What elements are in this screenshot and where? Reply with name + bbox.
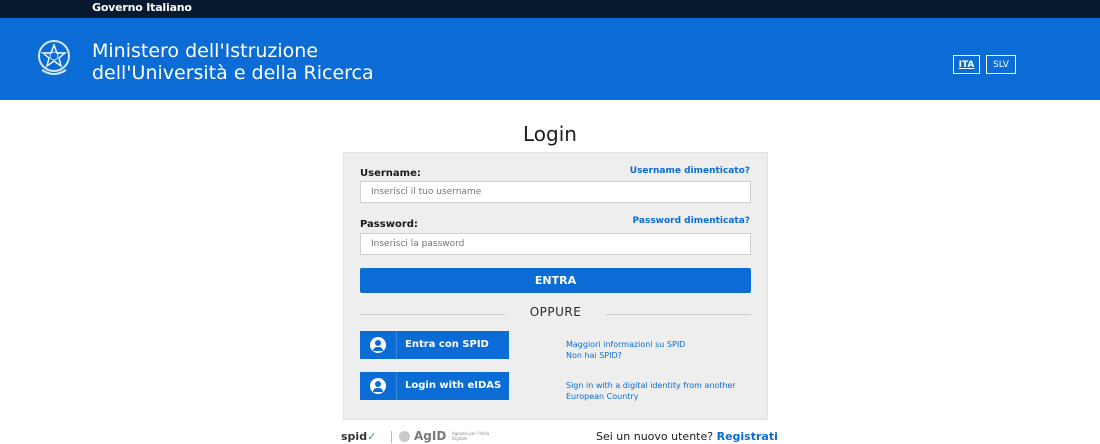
agid-subtitle: Agenzia per l'Italia Digitale bbox=[452, 431, 490, 441]
header: Ministero dell'Istruzione dell'Universit… bbox=[0, 18, 1100, 100]
spid-logo: spid✓ bbox=[341, 430, 376, 443]
user-icon bbox=[370, 337, 386, 353]
user-icon bbox=[370, 378, 386, 394]
ministry-title-line2: dell'Università e della Ricerca bbox=[92, 62, 374, 84]
top-strip: Governo Italiano bbox=[0, 0, 1100, 18]
password-label: Password: bbox=[360, 219, 418, 230]
eidas-info-line2: European Country bbox=[566, 392, 639, 401]
ministry-title-line1: Ministero dell'Istruzione bbox=[92, 40, 319, 62]
spid-button-label: Entra con SPID bbox=[405, 339, 489, 350]
government-label[interactable]: Governo Italiano bbox=[92, 1, 192, 14]
login-submit-button[interactable]: ENTRA bbox=[360, 268, 751, 293]
eidas-info-link[interactable]: Sign in with a digital identity from ano… bbox=[566, 380, 736, 402]
language-slv-button[interactable]: SLV bbox=[986, 55, 1016, 74]
agid-logo: AgID bbox=[414, 429, 447, 443]
eidas-login-button[interactable]: Login with eIDAS bbox=[360, 372, 509, 400]
button-separator bbox=[396, 331, 397, 359]
logo-divider bbox=[391, 431, 392, 443]
new-user-prompt: Sei un nuovo utente? Registrati bbox=[596, 430, 778, 443]
page-title: Login bbox=[523, 122, 577, 146]
register-link[interactable]: Registrati bbox=[717, 430, 778, 443]
divider-label: OPPURE bbox=[529, 305, 582, 319]
username-input[interactable] bbox=[360, 181, 751, 203]
password-forgot-link[interactable]: Password dimenticata? bbox=[633, 216, 750, 226]
spid-logo-text: spid bbox=[341, 430, 368, 443]
spid-login-button[interactable]: Entra con SPID bbox=[360, 331, 509, 359]
emblem-icon bbox=[38, 40, 70, 75]
check-icon: ✓ bbox=[367, 430, 377, 443]
ministry-title[interactable]: Ministero dell'Istruzione dell'Universit… bbox=[92, 40, 374, 84]
login-panel: Username: Username dimenticato? Password… bbox=[343, 152, 768, 420]
username-forgot-link[interactable]: Username dimenticato? bbox=[630, 166, 750, 176]
password-input[interactable] bbox=[360, 233, 751, 255]
eidas-info-line1: Sign in with a digital identity from ano… bbox=[566, 381, 736, 390]
language-ita-button[interactable]: ITA bbox=[953, 55, 980, 74]
no-spid-link[interactable]: Non hai SPID? bbox=[566, 350, 622, 361]
button-separator bbox=[396, 372, 397, 400]
spid-info-link[interactable]: Maggiori informazioni su SPID bbox=[566, 339, 685, 350]
agid-icon bbox=[399, 431, 410, 442]
divider-right bbox=[606, 314, 751, 315]
eidas-button-label: Login with eIDAS bbox=[405, 380, 502, 391]
username-label: Username: bbox=[360, 168, 421, 179]
new-user-text: Sei un nuovo utente? bbox=[596, 430, 714, 443]
